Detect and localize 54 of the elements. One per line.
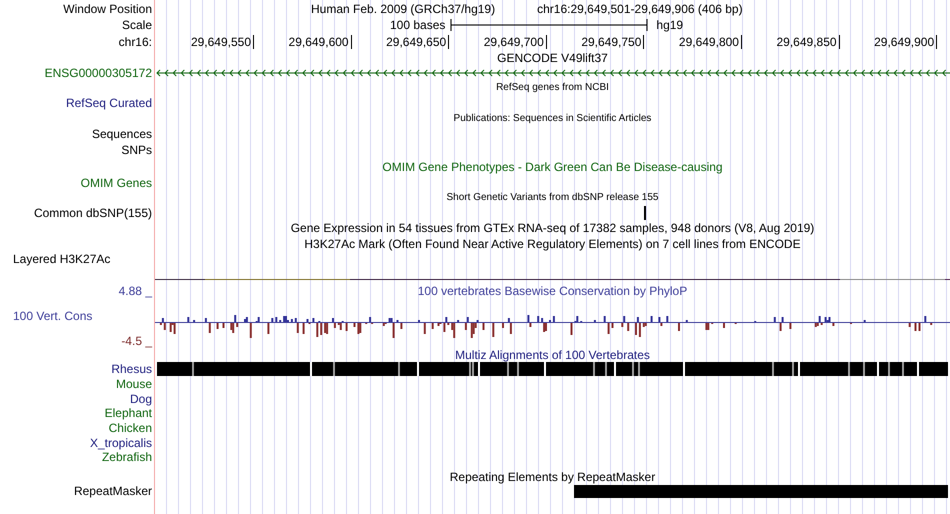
track-label[interactable]: Chicken — [108, 421, 152, 436]
track-label[interactable]: Common dbSNP(155) — [34, 206, 152, 220]
coordinate-label: 29,649,650 — [386, 34, 446, 48]
row-label: chr16: — [118, 34, 152, 48]
track-label[interactable]: Dog — [130, 392, 152, 406]
track-label[interactable]: Zebrafish — [102, 450, 152, 464]
track-label[interactable]: SNPs — [121, 143, 152, 157]
assembly-text: Human Feb. 2009 (GRCh37/hg19) — [311, 2, 496, 16]
tick-mark — [643, 34, 644, 48]
axis-label: -4.5 _ — [120, 334, 152, 348]
axis-label: 4.88 _ — [118, 284, 152, 298]
track-label[interactable]: OMIM Genes — [80, 176, 152, 190]
variant-mark[interactable] — [644, 206, 646, 220]
track-title: Short Genetic Variants from dbSNP release 155 — [446, 192, 658, 204]
track-label[interactable]: Elephant — [104, 406, 152, 420]
track-title: 100 vertebrates Basewise Conservation by PhyloP — [418, 284, 688, 298]
track-label[interactable]: Rhesus — [111, 362, 152, 376]
coordinate-label: 29,649,850 — [776, 34, 837, 48]
tick-mark — [546, 34, 547, 48]
coordinate-label: 29,649,900 — [874, 34, 934, 48]
assembly-label: hg19 — [656, 18, 684, 32]
row-label: Window Position — [63, 2, 152, 16]
track-title: Multiz Alignments of 100 Vertebrates — [455, 348, 650, 362]
row-label: Scale — [122, 18, 152, 32]
track-label[interactable]: 100 Vert. Cons — [13, 309, 92, 323]
track-label[interactable]: Mouse — [116, 377, 152, 392]
tick-mark — [350, 34, 352, 48]
repeat-element[interactable] — [574, 484, 948, 498]
track-title: Repeating Elements by RepeatMasker — [450, 470, 656, 484]
scale-length: 100 bases — [390, 18, 446, 32]
track-title: Gene Expression in 54 tissues from GTEx RNA-seq of 17382 samples, 948 donors (V8, Aug 2019) — [290, 221, 814, 235]
tick-mark — [253, 34, 254, 48]
track-label[interactable]: ENSG00000305172 — [44, 66, 152, 80]
coordinate-label: 29,649,700 — [484, 34, 544, 48]
tick-mark — [448, 34, 450, 48]
track-label[interactable]: RefSeq Curated — [66, 96, 152, 110]
track-title: GENCODE V49lift37 — [497, 51, 608, 65]
tick-mark — [936, 34, 938, 48]
track-title: Publications: Sequences in Scientific Articles — [454, 112, 652, 124]
track-title: H3K27Ac Mark (Often Found Near Active Regulatory Elements) on 7 cell lines from ENCODE — [304, 236, 801, 250]
track-label[interactable]: RepeatMasker — [74, 484, 152, 498]
track-label[interactable]: Sequences — [92, 127, 152, 141]
position-text: chr16:29,649,501-29,649,906 (406 bp) — [537, 2, 743, 16]
gene-feature[interactable] — [156, 70, 950, 76]
coordinate-label: 29,649,550 — [190, 34, 251, 48]
coordinate-label: 29,649,750 — [581, 34, 642, 48]
tick-mark — [838, 34, 840, 48]
track-title: RefSeq genes from NCBI — [496, 82, 609, 94]
track-label[interactable]: Layered H3K27Ac — [13, 252, 110, 266]
track-title: OMIM Gene Phenotypes - Dark Green Can Be Disease-causing — [382, 160, 723, 174]
coordinate-label: 29,649,600 — [288, 34, 349, 48]
tick-mark — [740, 34, 742, 48]
coordinate-label: 29,649,800 — [678, 34, 739, 48]
track-label[interactable]: X_tropicalis — [90, 436, 152, 450]
